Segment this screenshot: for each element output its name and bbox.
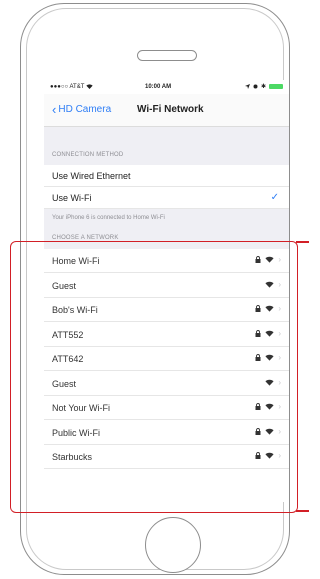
earpiece-speaker: [137, 50, 197, 61]
back-button[interactable]: ‹ HD Camera: [52, 101, 112, 117]
chevron-right-icon: ›: [278, 377, 281, 387]
chevron-left-icon: ‹: [52, 101, 57, 117]
wifi-signal-icon: [265, 281, 274, 288]
network-name: Bob's Wi-Fi: [52, 305, 98, 315]
choose-network-header: CHOOSE A NETWORK: [52, 235, 119, 241]
chevron-right-icon: ›: [278, 279, 281, 289]
network-row[interactable]: ATT642 ›: [44, 347, 289, 371]
lock-icon: [255, 427, 261, 435]
chevron-right-icon: ›: [278, 353, 281, 362]
alarm-icon: [253, 84, 258, 89]
wifi-signal-icon: [265, 330, 274, 337]
location-arrow-icon: [244, 84, 250, 89]
lock-icon: [255, 329, 261, 337]
wired-ethernet-label: Use Wired Ethernet: [52, 171, 131, 181]
network-name: ATT552: [52, 329, 84, 340]
wifi-signal-icon: [265, 354, 274, 361]
status-right-group: ✱: [244, 83, 283, 90]
wifi-signal-icon: [265, 428, 274, 435]
checkmark-icon: ✓: [270, 192, 279, 203]
bluetooth-icon: ✱: [260, 84, 266, 90]
network-row[interactable]: Guest ›: [44, 371, 289, 396]
chevron-right-icon: ›: [278, 328, 281, 338]
network-status-icons: ›: [265, 280, 281, 289]
lock-icon: [255, 256, 261, 263]
chevron-right-icon: ›: [278, 304, 281, 313]
network-status-icons: ›: [255, 255, 281, 264]
network-row[interactable]: Public Wi-Fi ›: [44, 420, 289, 445]
connection-header-area: CONNECTION METHOD: [44, 145, 289, 167]
wifi-signal-icon: [265, 452, 274, 459]
network-row[interactable]: Starbucks ›: [44, 445, 289, 469]
carrier-label: ●●●○○ AT&T: [50, 84, 93, 90]
highlight-line-bottom: [296, 510, 309, 512]
chevron-right-icon: ›: [278, 451, 281, 460]
status-time: 10:00 AM: [145, 84, 172, 90]
signal-dots-icon: ●●●○○: [50, 84, 70, 91]
wifi-signal-icon: [265, 256, 274, 263]
network-row[interactable]: Bob's Wi-Fi ›: [44, 298, 289, 322]
navigation-bar: ‹ HD Camera Wi-Fi Network: [44, 94, 289, 127]
wired-ethernet-option[interactable]: Use Wired Ethernet: [44, 165, 289, 187]
network-status-icons: ›: [265, 378, 281, 387]
network-name: Starbucks: [52, 452, 93, 462]
network-row[interactable]: ATT552 ›: [44, 322, 289, 347]
wifi-status-icon: [86, 84, 93, 89]
network-status-icons: ›: [255, 427, 281, 436]
network-name: Not Your Wi-Fi: [52, 403, 111, 413]
network-status-icons: ›: [255, 353, 281, 362]
network-status-icons: ›: [255, 329, 281, 338]
wifi-option[interactable]: Use Wi-Fi ✓: [44, 187, 289, 209]
chevron-right-icon: ›: [278, 255, 281, 264]
network-name: Home Wi-Fi: [52, 256, 100, 266]
network-row[interactable]: Home Wi-Fi ›: [44, 249, 289, 273]
connection-footnote: Your iPhone 6 is connected to Home Wi-Fi: [52, 215, 165, 221]
section-spacer: [44, 127, 289, 145]
home-button[interactable]: [145, 517, 201, 573]
network-row[interactable]: Not Your Wi-Fi ›: [44, 396, 289, 420]
network-name: Guest: [52, 378, 77, 389]
chevron-right-icon: ›: [278, 426, 281, 436]
lock-icon: [255, 305, 261, 312]
lock-icon: [255, 354, 261, 361]
network-name: Guest: [52, 280, 77, 291]
phone-screen: ●●●○○ AT&T 10:00 AM ✱ ‹ HD Camera Wi-Fi …: [44, 80, 289, 502]
network-status-icons: ›: [255, 451, 281, 460]
wifi-signal-icon: [265, 305, 274, 312]
page-title: Wi-Fi Network: [137, 104, 204, 115]
chevron-right-icon: ›: [278, 402, 281, 411]
battery-icon: [269, 84, 283, 89]
network-header-area: Your iPhone 6 is connected to Home Wi-Fi…: [44, 209, 289, 249]
network-row[interactable]: Guest ›: [44, 273, 289, 298]
network-status-icons: ›: [255, 402, 281, 411]
lock-icon: [255, 403, 261, 410]
status-bar: ●●●○○ AT&T 10:00 AM ✱: [44, 80, 289, 94]
lock-icon: [255, 452, 261, 459]
highlight-line-top: [296, 241, 309, 243]
back-label: HD Camera: [58, 104, 112, 115]
carrier-name: AT&T: [69, 84, 85, 91]
wifi-option-label: Use Wi-Fi: [52, 193, 92, 203]
network-name: Public Wi-Fi: [52, 427, 101, 438]
network-name: ATT642: [52, 354, 84, 364]
wifi-signal-icon: [265, 403, 274, 410]
connection-method-header: CONNECTION METHOD: [52, 152, 124, 158]
wifi-signal-icon: [265, 379, 274, 386]
network-status-icons: ›: [255, 304, 281, 313]
